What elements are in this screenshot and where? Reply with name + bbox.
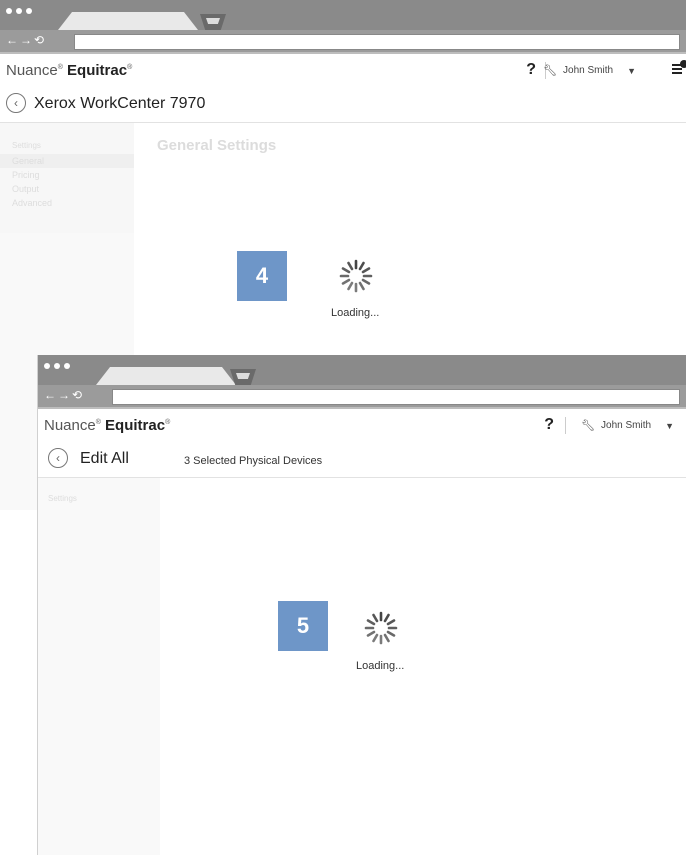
- nav-buttons[interactable]: ←→⟲: [44, 388, 84, 402]
- user-menu[interactable]: 🔧︎ John Smith ▼: [543, 64, 636, 77]
- sidebar-heading: Settings: [48, 494, 77, 503]
- header-divider: [565, 417, 566, 434]
- page-subtitle: 3 Selected Physical Devices: [184, 455, 323, 467]
- settings-sidebar: Settings General Pricing Output Advanced: [0, 123, 134, 233]
- tab-strip: [0, 0, 686, 30]
- brand-logo: Nuance® Equitrac®: [44, 417, 171, 434]
- browser-window-edit-all: ←→⟲ Nuance® Equitrac® ? 🔧︎ John Smith ▼ …: [38, 355, 686, 855]
- back-button[interactable]: ‹: [6, 93, 26, 113]
- nav-buttons[interactable]: ←→⟲: [6, 33, 46, 47]
- step-badge: 4: [237, 251, 287, 301]
- spinner-icon: [339, 259, 373, 293]
- sidebar-item-advanced[interactable]: Advanced: [0, 196, 134, 210]
- page-title: Edit All: [80, 450, 129, 467]
- brand-suffix: Equitrac: [105, 417, 166, 434]
- step-badge: 5: [278, 601, 328, 651]
- browser-tab-active[interactable]: [58, 12, 198, 30]
- app-header: Nuance® Equitrac® ? 🔧︎ John Smith ▼: [38, 409, 686, 444]
- sidebar-item-pricing[interactable]: Pricing: [0, 168, 134, 182]
- url-bar[interactable]: [112, 389, 680, 405]
- caret-down-icon: ▼: [627, 65, 636, 76]
- browser-navbar: ←→⟲: [0, 30, 686, 52]
- wrench-icon: 🔧︎: [543, 65, 558, 77]
- brand-prefix: Nuance: [6, 62, 58, 79]
- url-bar[interactable]: [74, 34, 680, 50]
- chevron-left-icon: ‹: [56, 451, 60, 465]
- app-header: Nuance® Equitrac® ? 🔧︎ John Smith ▼: [0, 54, 686, 89]
- spinner-icon: [364, 611, 398, 645]
- tab-strip: [38, 355, 686, 385]
- user-name: John Smith: [563, 65, 614, 76]
- back-button[interactable]: ‹: [48, 448, 68, 468]
- settings-sidebar: Settings: [38, 478, 160, 855]
- window-controls[interactable]: [6, 8, 32, 14]
- browser-navbar: ←→⟲: [38, 385, 686, 407]
- user-menu[interactable]: 🔧︎ John Smith ▼: [581, 419, 674, 432]
- help-button[interactable]: ?: [526, 61, 536, 79]
- sidebar-item-general[interactable]: General: [0, 154, 134, 168]
- sidebar-heading: Settings: [12, 141, 41, 150]
- page-title: Xerox WorkCenter 7970: [34, 95, 206, 112]
- loading-text: Loading...: [356, 660, 405, 672]
- loading-text: Loading...: [331, 307, 380, 319]
- brand-prefix: Nuance: [44, 417, 96, 434]
- browser-tab-active[interactable]: [96, 367, 236, 385]
- user-name: John Smith: [601, 420, 652, 431]
- content-title: General Settings: [157, 137, 277, 154]
- brand-logo: Nuance® Equitrac®: [6, 62, 133, 79]
- browser-chrome: ←→⟲: [38, 355, 686, 409]
- brand-suffix: Equitrac: [67, 62, 128, 79]
- browser-tab-new[interactable]: [200, 14, 226, 30]
- help-button[interactable]: ?: [544, 416, 554, 434]
- sidebar-item-output[interactable]: Output: [0, 182, 134, 196]
- caret-down-icon: ▼: [665, 420, 674, 431]
- page-titlebar: ‹ Xerox WorkCenter 7970: [0, 88, 686, 123]
- wrench-icon: 🔧︎: [581, 420, 596, 432]
- chevron-left-icon: ‹: [14, 96, 18, 110]
- window-controls[interactable]: [44, 363, 70, 369]
- menu-icon[interactable]: [672, 60, 686, 76]
- page-titlebar: ‹ Edit All 3 Selected Physical Devices: [38, 443, 686, 478]
- browser-chrome: ←→⟲: [0, 0, 686, 54]
